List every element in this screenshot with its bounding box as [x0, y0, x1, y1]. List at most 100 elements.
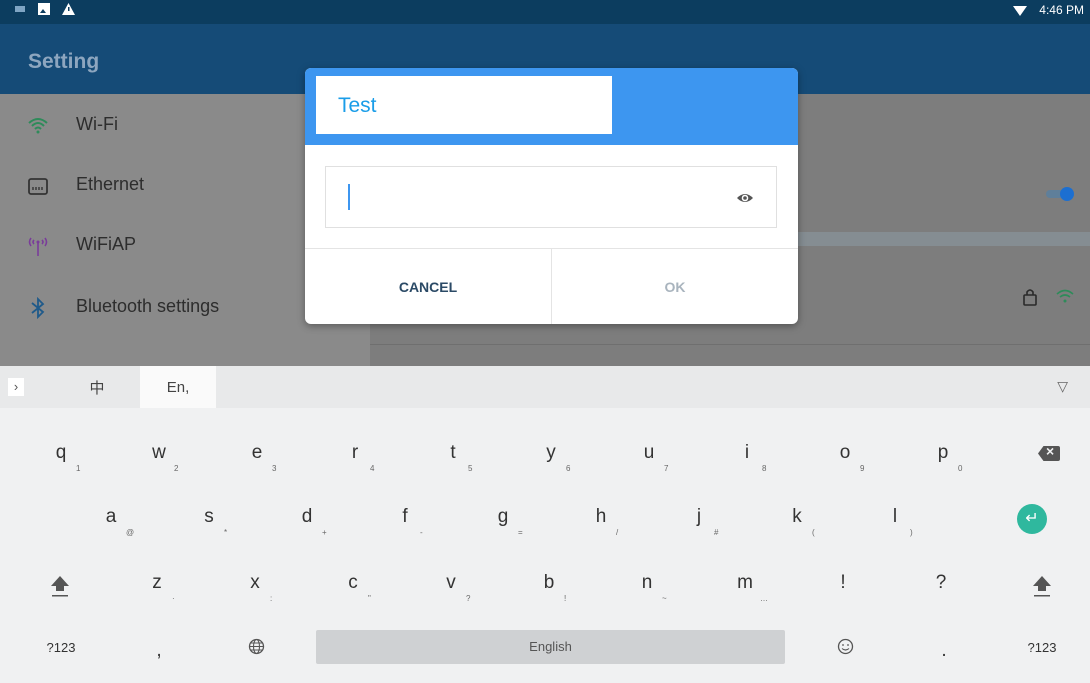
key-row1-2[interactable]: e3 [208, 432, 306, 480]
key-label: y [546, 442, 556, 463]
key-row2-0[interactable]: a @ [62, 496, 160, 544]
key-label: , [156, 640, 162, 661]
key-row3-7[interactable]: ! [794, 562, 892, 610]
key-label: i [744, 442, 750, 463]
key-secondary-label: ? [466, 594, 471, 603]
key-label: w [152, 442, 166, 463]
key-row1-6[interactable]: u7 [600, 432, 698, 480]
chinese-language-tab[interactable]: 中 [72, 366, 122, 408]
key-label: b [543, 572, 555, 593]
key-row3-4[interactable]: b! [500, 562, 598, 610]
password-input[interactable] [325, 166, 777, 228]
key-label: x [250, 572, 260, 593]
status-time: 4:46 PM [1039, 3, 1084, 17]
globe-icon [248, 638, 265, 655]
key-label: ? [935, 572, 947, 593]
dialog-header: Test [305, 68, 798, 145]
key-row3-3[interactable]: v? [402, 562, 500, 610]
shift-key-right[interactable] [993, 562, 1090, 610]
key-secondary-label: 1 [76, 464, 81, 473]
sidebar-item-label: Bluetooth settings [76, 296, 220, 316]
space-key[interactable]: English [316, 630, 785, 664]
key-label: q [55, 442, 67, 463]
key-label: t [450, 442, 456, 463]
key-label: k [792, 506, 802, 527]
key-secondary-label: * [224, 528, 228, 537]
page-title: Setting [28, 50, 100, 73]
key-label: m [737, 572, 753, 593]
key-row1-7[interactable]: i8 [698, 432, 796, 480]
key-row3-5[interactable]: n ~ [598, 562, 696, 610]
symbols-key-right[interactable]: ?123 [993, 626, 1090, 674]
key-row2-2[interactable]: d + [258, 496, 356, 544]
show-password-icon[interactable] [736, 189, 754, 207]
key-secondary-label: @ [126, 528, 135, 537]
key-secondary-label: # [714, 528, 719, 537]
key-row1-0[interactable]: q1 [12, 432, 110, 480]
keyboard-toolbar: › 中 En, ▽ [0, 366, 1090, 408]
key-secondary-label: 8 [762, 464, 767, 473]
key-row1-9[interactable]: p0 [894, 432, 992, 480]
wifi-icon [28, 118, 48, 134]
key-row2-5[interactable]: h / [552, 496, 650, 544]
key-row3-8[interactable]: ? [892, 562, 990, 610]
backspace-key[interactable] [1000, 432, 1090, 480]
key-row2-8[interactable]: l) [846, 496, 944, 544]
ok-button[interactable]: OK [552, 249, 798, 324]
key-row2-3[interactable]: f- [356, 496, 454, 544]
key-secondary-label: ! [564, 594, 567, 603]
expand-toolbar-button[interactable]: › [8, 378, 24, 396]
emoji-key[interactable] [797, 626, 895, 674]
key-label: s [204, 506, 214, 527]
text-cursor [348, 184, 350, 210]
english-language-tab[interactable]: En, [140, 366, 216, 408]
key-secondary-label: 4 [370, 464, 375, 473]
hide-keyboard-icon[interactable]: ▽ [1057, 378, 1068, 395]
lock-icon [1023, 289, 1037, 306]
bluetooth-icon [31, 296, 45, 320]
key-row2-1[interactable]: s * [160, 496, 258, 544]
key-row3-1[interactable]: x: [206, 562, 304, 610]
key-row1-8[interactable]: o9 [796, 432, 894, 480]
backspace-icon [1038, 446, 1060, 461]
key-row2-6[interactable]: j # [650, 496, 748, 544]
key-label: j [696, 506, 702, 527]
soft-keyboard: › 中 En, ▽ q 1 w 2 e 3 r 4 t 5 y 6 u 7 i 8 o 9 p 0 a @ s * d + f - g =… [0, 366, 1090, 683]
key-label: o [839, 442, 851, 463]
key-label: p [937, 442, 949, 463]
key-row1-1[interactable]: w2 [110, 432, 208, 480]
sidebar-item-label: Wi-Fi [76, 114, 118, 134]
key-label: ! [840, 572, 846, 593]
key-label: z [152, 572, 162, 593]
key-row3-2[interactable]: c " [304, 562, 402, 610]
key-row2-4[interactable]: g = [454, 496, 552, 544]
toggle-switch[interactable] [1044, 186, 1076, 202]
comma-key[interactable]: , [110, 626, 208, 674]
symbols-key-left[interactable]: ?123 [12, 626, 110, 674]
enter-key[interactable]: ↵ [979, 496, 1077, 544]
key-secondary-label: 9 [860, 464, 865, 473]
key-row2-7[interactable]: k( [748, 496, 846, 544]
key-secondary-label: - [420, 528, 423, 537]
period-key[interactable]: . [895, 626, 993, 674]
language-switch-key[interactable] [208, 626, 306, 674]
key-label: n [641, 572, 653, 593]
cancel-button[interactable]: CANCEL [305, 249, 551, 324]
shift-key-left[interactable] [11, 562, 109, 610]
space-label: English [529, 639, 572, 654]
enter-icon: ↵ [1017, 504, 1047, 534]
key-row1-5[interactable]: y6 [502, 432, 600, 480]
key-row1-4[interactable]: t5 [404, 432, 502, 480]
key-row3-0[interactable]: z · [108, 562, 206, 610]
wifi-signal-icon [1013, 6, 1028, 16]
key-row3-6[interactable]: m… [696, 562, 794, 610]
key-secondary-label: " [368, 594, 371, 603]
ethernet-icon [28, 178, 48, 195]
notification-icon [15, 6, 25, 12]
key-secondary-label: 7 [664, 464, 669, 473]
key-secondary-label: … [760, 594, 768, 603]
dialog-title-box: Test [316, 76, 612, 134]
key-label: e [251, 442, 263, 463]
key-row1-3[interactable]: r4 [306, 432, 404, 480]
key-label: g [497, 506, 509, 527]
